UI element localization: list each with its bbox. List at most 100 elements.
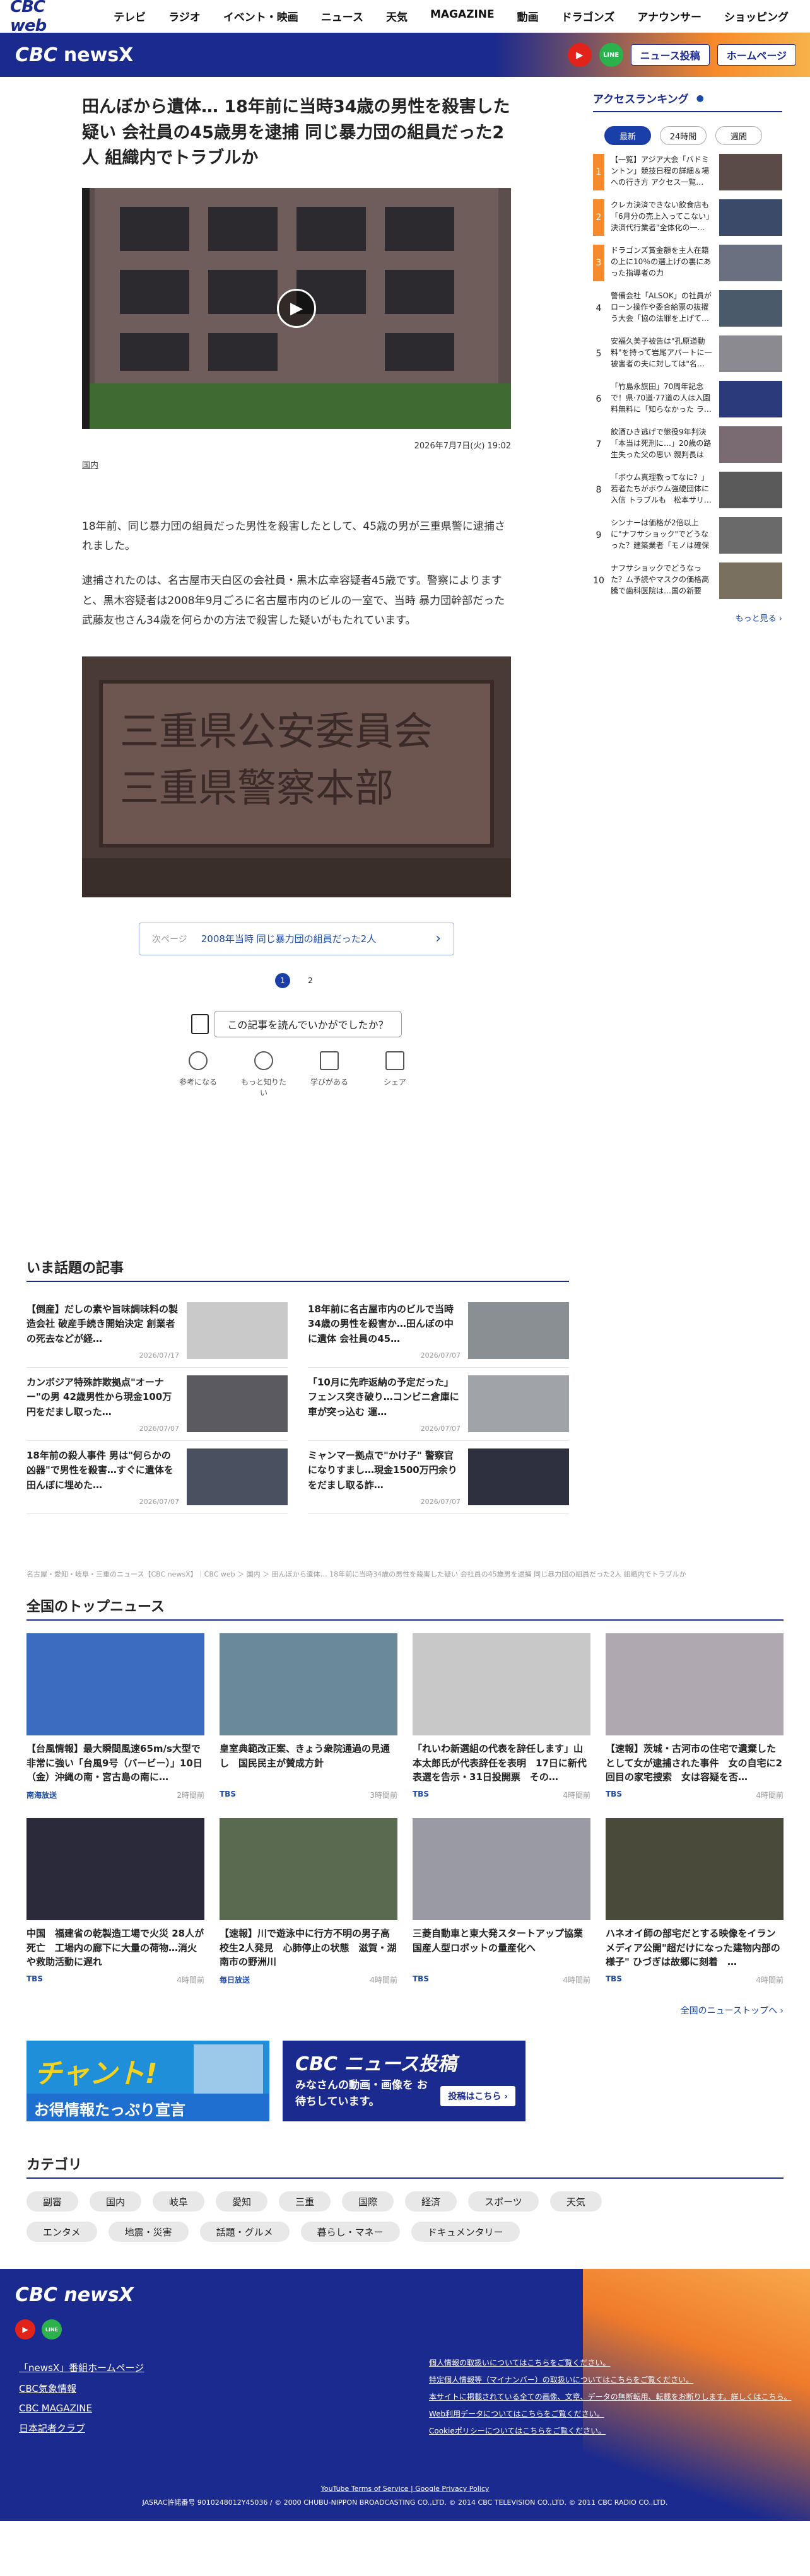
category-button[interactable]: 暮らし・マネー	[300, 2222, 400, 2242]
post-here-button[interactable]: 投稿はこちら ›	[440, 2086, 515, 2106]
ranking-item[interactable]: 3 ドラゴンズ賞金額を主人在籍の上に10％の選上げの裏にあった指導者の力	[593, 245, 782, 281]
top-news-card[interactable]: 中国 福建省の乾製造工場で火災 28人が死亡 工場内の廊下に大量の荷物…消火や救…	[26, 1818, 204, 1985]
nav-magazine[interactable]: MAGAZINE	[419, 8, 506, 24]
top-news-card[interactable]: 「れいわ新選組の代表を辞任します」山本太郎氏が代表辞任を表明 17日に新代表選を…	[413, 1633, 590, 1800]
article-paragraph-2: 逮捕されたのは、名古屋市天白区の会社員・黒木広幸容疑者45歳です。警察によります…	[82, 574, 505, 627]
category-button[interactable]: スポーツ	[468, 2191, 539, 2212]
footer-link-magazine[interactable]: CBC MAGAZINE	[19, 2403, 144, 2414]
policy-mynumber[interactable]: 特定個人情報等（マイナンバー）の取扱いについてはこちらをご覧ください。	[429, 2374, 791, 2385]
category-button[interactable]: 経済	[405, 2191, 457, 2212]
top-news-card[interactable]: ハネオイ師の部宅だとする映像をイランメディア公開"超だけになった建物内部の様子"…	[606, 1818, 784, 1985]
ranking-item[interactable]: 5 安福久美子被告は"孔原道動料"を持って岩尾アパートに一被害者の夫に対しては"名…	[593, 335, 782, 372]
top-news-time: 4時間前	[370, 1976, 397, 1984]
line-icon[interactable]: LINE	[599, 43, 623, 67]
tab-latest[interactable]: 最新	[604, 126, 651, 145]
trending-item[interactable]: 「10月に先昨返納の予定だった」フェンス突き破り…コンビニ倉庫に車が突っ込む 運…	[308, 1368, 569, 1441]
ranking-number: 3	[593, 245, 604, 281]
ranking-tabs: 最新 24時間 週間	[604, 126, 782, 145]
reaction-share[interactable]: シェア	[370, 1051, 420, 1098]
category-button[interactable]: 天気	[549, 2191, 602, 2212]
policy-cookie[interactable]: Cookieポリシーについてはこちらをご覧ください。	[429, 2425, 791, 2436]
youtube-icon[interactable]: ▶	[15, 2319, 35, 2340]
top-news-thumbnail	[413, 1633, 590, 1735]
footer-link-newsx[interactable]: 「newsX」番組ホームページ	[19, 2361, 144, 2374]
nav-video[interactable]: 動画	[506, 8, 550, 24]
ranking-item[interactable]: 8 「ボウム真理教ってなに？」若者たちがボウム強硬団体に入信 トラブルも 松本サリ…	[593, 472, 782, 508]
cbc-web-logo[interactable]: CBC web	[10, 0, 79, 35]
reaction-helpful[interactable]: 参考になる	[173, 1051, 223, 1098]
category-button[interactable]: 話題・グルメ	[199, 2222, 290, 2242]
page-2[interactable]: 2	[303, 973, 318, 988]
nav-tv[interactable]: テレビ	[102, 8, 157, 24]
trending-item[interactable]: 【倒産】だしの素や旨味調味料の製造会社 破産手続き開始決定 創業者の死去などが経…	[26, 1295, 288, 1368]
trending-headline: 「10月に先昨返納の予定だった」フェンス突き破り…コンビニ倉庫に車が突っ込む 運…	[308, 1377, 459, 1418]
policy-privacy[interactable]: 個人情報の取扱いについてはこちらをご覧ください。	[429, 2357, 791, 2368]
category-button[interactable]: 愛知	[216, 2191, 268, 2212]
ranking-number: 9	[596, 530, 602, 540]
category-button[interactable]: 地震・災害	[108, 2222, 189, 2242]
policy-copyright[interactable]: 本サイトに掲載されている全ての画像、文章、データの無断転用、転載をお断りします。…	[429, 2391, 791, 2402]
ranking-item[interactable]: 10 ナフサショックでどうなった？ム予読やマスクの価格高騰で歯科医院は…国の新要請…	[593, 562, 782, 599]
nav-event[interactable]: イベント・映画	[212, 8, 310, 24]
footer-links: 「newsX」番組ホームページ CBC気象情報 CBC MAGAZINE 日本記…	[19, 2361, 144, 2442]
top-news-card[interactable]: 三菱自動車と東大発スタートアップ協業 国産人型ロボットの量産化へ TBS 4時間前	[413, 1818, 590, 1985]
next-page-link[interactable]: 次ページ 2008年当時 同じ暴力団の組員だった2人 ›	[139, 922, 454, 955]
top-news-headline: 【速報】川で遊泳中に行方不明の男子高校生2人発見 心肺停止の状態 滋賀・湖南市の…	[220, 1928, 397, 1967]
nav-announcer[interactable]: アナウンサー	[626, 8, 713, 24]
footer-logo[interactable]: CBC newsX	[15, 2284, 134, 2306]
top-news-meta: TBS 4時間前	[606, 1974, 784, 1985]
category-button[interactable]: 国内	[90, 2191, 142, 2212]
nav-dragons[interactable]: ドラゴンズ	[550, 8, 626, 24]
youtube-terms[interactable]: YouTube Terms of Service | Google Privac…	[0, 2485, 810, 2493]
top-news-card[interactable]: 皇室典範改正案、きょう衆院通過の見通し 国民民主が賛成方針 TBS 3時間前	[220, 1633, 397, 1800]
category-button[interactable]: 岐阜	[153, 2191, 205, 2212]
category-button[interactable]: エンタメ	[26, 2222, 97, 2242]
news-post-banner[interactable]: CBC ニュース投稿 みなさんの動画・画像を お待ちしています。 投稿はこちら …	[283, 2041, 525, 2121]
ranking-item[interactable]: 6 「竹島永旗田」70周年記念で！県·70道·77道の人は入園料無料に「知らなかっ…	[593, 381, 782, 417]
top-news-source: TBS	[413, 1790, 429, 1798]
play-icon[interactable]: ▶	[277, 288, 316, 328]
category-button[interactable]: 副審	[26, 2191, 79, 2212]
news-post-button[interactable]: ニュース投稿	[630, 44, 710, 66]
ranking-item[interactable]: 1 【一覧】アジア大会「バドミントン」競技日程の詳細＆場への行き方 アクセス一覧…	[593, 154, 782, 190]
category-button[interactable]: 三重	[279, 2191, 331, 2212]
footer-link-press-club[interactable]: 日本記者クラブ	[19, 2422, 144, 2435]
article-video-thumbnail[interactable]: ▶	[82, 187, 511, 429]
ranking-item[interactable]: 2 クレカ決済できない飲食店も「6月分の売上入ってこない」決済代行業者"全体化の一…	[593, 199, 782, 236]
trending-headline: ミャンマー拠点で"かけ子" 警察官になりすまし…現金1500万円余りをだまし取る…	[308, 1450, 457, 1491]
trending-item[interactable]: 18年前に名古屋市内のビルで当時34歳の男性を殺害か…田んぼの中に遺体 会社員の…	[308, 1295, 569, 1368]
ranking-item[interactable]: 7 飲酒ひき逃げで懲役9年判決「本当は死刑に…」20歳の路生失った父の思い 親判長…	[593, 426, 782, 463]
ranking-item[interactable]: 4 警備会社「ALSOK」の社員がローン操作や委合給票の抜擢う大会「協の法罪を上げ…	[593, 290, 782, 327]
category-button[interactable]: 国際	[342, 2191, 394, 2212]
page-1[interactable]: 1	[275, 972, 290, 988]
nav-shopping[interactable]: ショッピング	[713, 8, 800, 24]
top-news-card[interactable]: 【速報】茨城・古河市の住宅で遺棄したとして女が逮捕された事件 女の自宅に2回目の…	[606, 1633, 784, 1800]
policy-webdata[interactable]: Web利用データについてはこちらをご覧ください。	[429, 2408, 791, 2419]
line-icon[interactable]: LINE	[42, 2319, 62, 2340]
all-news-link[interactable]: 全国のニューストップへ ›	[26, 2004, 784, 2017]
category-button[interactable]: ドキュメンタリー	[411, 2222, 520, 2242]
trending-item[interactable]: 18年前の殺人事件 男は"何らかの凶器"で男性を殺害…すぐに遺体を田んぼに埋めた…	[26, 1441, 288, 1514]
top-news-card[interactable]: 【速報】川で遊泳中に行方不明の男子高校生2人発見 心肺停止の状態 滋賀・湖南市の…	[220, 1818, 397, 1985]
ranking-number: 10	[593, 576, 604, 586]
tab-24h[interactable]: 24時間	[660, 126, 707, 145]
trending-item[interactable]: カンボジア特殊詐欺拠点"オーナー"の男 42歳男性から現金100万円をだまし取っ…	[26, 1368, 288, 1441]
nav-news[interactable]: ニュース	[310, 8, 375, 24]
youtube-icon[interactable]: ▶	[567, 43, 592, 67]
homepage-button[interactable]: ホームページ	[717, 44, 796, 66]
newsx-logo[interactable]: CBC newsX	[15, 44, 133, 66]
article-category[interactable]: 国内	[82, 458, 511, 470]
nav-radio[interactable]: ラジオ	[157, 8, 212, 24]
trending-item[interactable]: ミャンマー拠点で"かけ子" 警察官になりすまし…現金1500万円余りをだまし取る…	[308, 1441, 569, 1514]
footer-link-weather[interactable]: CBC気象情報	[19, 2382, 144, 2395]
ranking-more-link[interactable]: もっと見る ›	[593, 612, 782, 624]
breadcrumb[interactable]: 名古屋・愛知・岐阜・三重のニュース【CBC newsX】｜CBC web ＞ 国…	[26, 1569, 784, 1579]
ranking-item[interactable]: 9 シンナーは価格が2倍以上に"ナフサショック"でどうなった？建築業者「モノは確保…	[593, 517, 782, 554]
reaction-more[interactable]: もっと知りたい	[238, 1051, 289, 1098]
tab-weekly[interactable]: 週間	[715, 126, 762, 145]
chant-banner[interactable]: チャント! お得情報たっぷり宣言	[26, 2041, 269, 2121]
nav-weather[interactable]: 天気	[375, 8, 419, 24]
top-news-card[interactable]: 【台風情報】最大瞬間風速65m/s大型で非常に強い「台風9号（バービー）」10日…	[26, 1633, 204, 1800]
ranking-number: 4	[596, 303, 602, 313]
reaction-learn[interactable]: 学びがある	[304, 1051, 355, 1098]
